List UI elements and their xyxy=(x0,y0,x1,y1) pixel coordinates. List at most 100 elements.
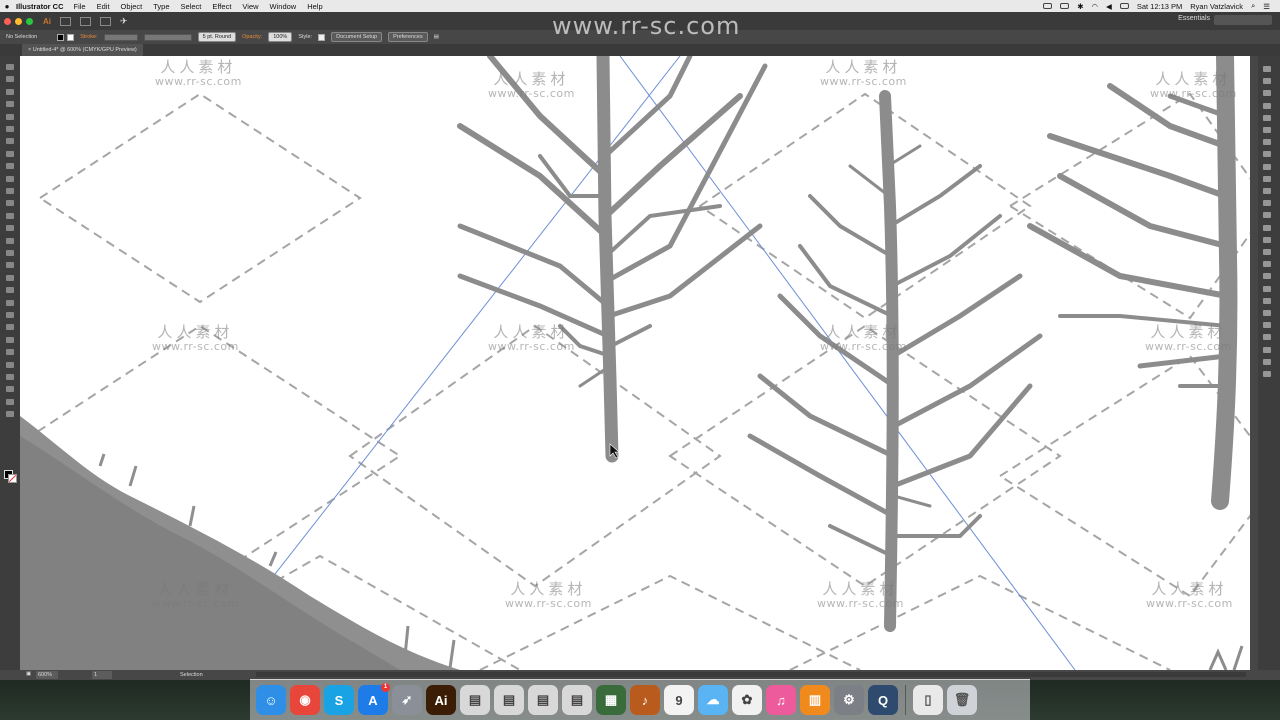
pencil-icon[interactable] xyxy=(6,188,14,194)
graphic-styles-icon[interactable] xyxy=(1263,175,1271,182)
shaper-icon[interactable] xyxy=(6,200,14,207)
opacity-field[interactable]: 100% xyxy=(268,32,293,42)
eyedropper-icon[interactable] xyxy=(6,324,14,331)
document-icon[interactable]: ▤ xyxy=(562,685,592,715)
notification-center-icon[interactable]: ☰ xyxy=(1263,2,1270,11)
menu-effect[interactable]: Effect xyxy=(212,2,231,11)
photos-icon[interactable]: ✿ xyxy=(732,685,762,715)
spotlight-icon[interactable]: ⌕ xyxy=(1251,1,1255,11)
stroke-color-swatch[interactable] xyxy=(67,33,75,41)
document-setup-button[interactable]: Document Setup xyxy=(331,32,383,42)
trash-icon[interactable]: 🗑 xyxy=(947,685,977,715)
menu-file[interactable]: File xyxy=(74,2,86,11)
curvature-tool-icon[interactable] xyxy=(6,126,14,132)
opacity-label[interactable]: Opacity: xyxy=(242,34,262,40)
ibooks-icon[interactable]: ▥ xyxy=(800,685,830,715)
document-tab[interactable]: × Untitled-4* @ 600% (CMYK/GPU Preview) xyxy=(22,44,143,56)
zoom-level-field[interactable]: 600% xyxy=(36,671,58,679)
document-icon[interactable]: ▤ xyxy=(494,685,524,715)
eraser-icon[interactable] xyxy=(6,212,14,219)
document-icon[interactable]: ▤ xyxy=(528,685,558,715)
volume-icon[interactable]: ◀ xyxy=(1106,2,1112,11)
apple-menu-icon[interactable]: ● xyxy=(0,2,14,11)
screen-icon[interactable] xyxy=(1043,3,1053,9)
swatches-icon[interactable] xyxy=(1263,90,1271,97)
airplay-icon[interactable] xyxy=(1060,3,1070,9)
graph-tool-icon[interactable] xyxy=(6,361,14,368)
hand-tool-icon[interactable] xyxy=(6,398,14,405)
brush-definition[interactable]: 5 pt. Round xyxy=(197,32,237,42)
opentype-icon[interactable] xyxy=(1263,285,1271,292)
panel-dock-strip[interactable] xyxy=(1250,56,1258,670)
graphic-style-swatch[interactable] xyxy=(318,33,326,41)
free-transform-icon[interactable] xyxy=(6,262,14,269)
arrange-documents-icon[interactable] xyxy=(100,16,111,26)
rectangle-tool-icon[interactable] xyxy=(6,163,14,170)
paintbrush-icon[interactable] xyxy=(6,175,14,182)
search-input[interactable] xyxy=(1214,15,1272,25)
calendar-icon[interactable]: 9 xyxy=(664,685,694,715)
scale-tool-icon[interactable] xyxy=(6,237,14,244)
horizontal-scrollbar[interactable] xyxy=(256,672,1246,677)
stock-icon[interactable] xyxy=(80,16,91,26)
stroke-panel-icon[interactable] xyxy=(1263,127,1271,133)
gradient-tool-icon[interactable] xyxy=(6,312,14,318)
clock[interactable]: Sat 12:13 PM xyxy=(1137,2,1182,11)
launchpad-icon[interactable]: ➶ xyxy=(392,685,422,715)
line-tool-icon[interactable] xyxy=(6,150,14,157)
asset-export-icon[interactable] xyxy=(1263,212,1271,219)
user-name[interactable]: Ryan Vatzlavick xyxy=(1190,2,1243,11)
paragraph-icon[interactable] xyxy=(1263,273,1271,280)
mesh-tool-icon[interactable] xyxy=(6,299,14,306)
battery-icon[interactable] xyxy=(1119,3,1129,9)
color-guide-icon[interactable] xyxy=(1263,78,1271,85)
finder-icon[interactable]: ☺ xyxy=(256,685,286,715)
rotate-tool-icon[interactable] xyxy=(6,225,14,232)
menu-help[interactable]: Help xyxy=(307,2,322,11)
character-icon[interactable] xyxy=(1263,261,1271,268)
direct-selection-tool-icon[interactable] xyxy=(6,76,14,83)
transparency-icon[interactable] xyxy=(1263,151,1271,158)
glyphs-icon[interactable] xyxy=(1263,371,1271,377)
variable-width-profile[interactable] xyxy=(143,33,192,41)
blend-tool-icon[interactable] xyxy=(6,336,14,343)
garageband-icon[interactable]: ♪ xyxy=(630,685,660,715)
system-preferences-icon[interactable]: ⚙ xyxy=(834,685,864,715)
menu-window[interactable]: Window xyxy=(270,2,297,11)
brush-send-icon[interactable]: ✈ xyxy=(120,16,128,27)
info-icon[interactable] xyxy=(1263,346,1271,353)
bluetooth-icon[interactable]: ✱ xyxy=(1077,2,1083,11)
menu-select[interactable]: Select xyxy=(181,2,202,11)
slice-tool-icon[interactable] xyxy=(6,386,14,393)
color-panel-icon[interactable] xyxy=(1263,66,1271,72)
document-icon[interactable]: ▤ xyxy=(460,685,490,715)
itunes-icon[interactable]: ♫ xyxy=(766,685,796,715)
menu-type[interactable]: Type xyxy=(153,2,169,11)
menu-edit[interactable]: Edit xyxy=(97,2,110,11)
workspace-switcher[interactable]: Essentials xyxy=(1178,15,1210,22)
messages-icon[interactable]: ☁ xyxy=(698,685,728,715)
app-store-icon[interactable]: A1 xyxy=(358,683,390,715)
chrome-icon[interactable]: ◉ xyxy=(290,685,320,715)
selection-tool-icon[interactable] xyxy=(6,64,14,70)
photo-booth-icon[interactable]: ▦ xyxy=(596,685,626,715)
symbols-icon[interactable] xyxy=(1263,114,1271,121)
shape-builder-icon[interactable] xyxy=(6,274,14,281)
arrange-icon[interactable]: ▤ xyxy=(434,34,439,40)
stroke-label[interactable]: Stroke: xyxy=(80,34,97,40)
bridge-icon[interactable] xyxy=(60,16,71,26)
libraries-icon[interactable] xyxy=(1263,297,1271,304)
skype-icon[interactable]: S xyxy=(324,685,354,715)
fill-color-swatch[interactable] xyxy=(57,33,65,41)
status-tool-name[interactable]: Selection xyxy=(180,671,203,679)
symbol-sprayer-icon[interactable] xyxy=(6,349,14,356)
wifi-icon[interactable]: ◠ xyxy=(1091,2,1098,11)
pathfinder-icon[interactable] xyxy=(1263,236,1271,243)
type-tool-icon[interactable] xyxy=(6,138,14,145)
stroke-weight-field[interactable] xyxy=(103,33,138,41)
artboard-navigation-icon[interactable]: ▣ xyxy=(26,671,31,677)
transform-icon[interactable] xyxy=(1263,249,1271,255)
actions-icon[interactable] xyxy=(1263,358,1271,365)
navigator-icon[interactable] xyxy=(1263,334,1271,341)
artboard-number-field[interactable]: 1 xyxy=(92,671,112,679)
